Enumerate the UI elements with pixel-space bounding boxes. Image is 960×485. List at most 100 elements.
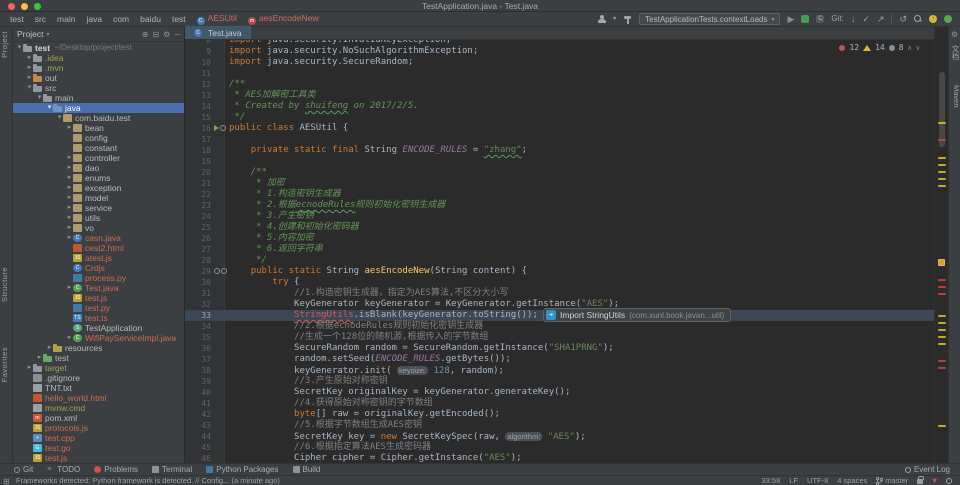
tool-stripe-tab-文档[interactable]: 文档 — [949, 45, 960, 60]
breadcrumb-item[interactable]: test — [172, 14, 186, 24]
tree-item-com-baidu-test[interactable]: ▾com.baidu.test — [13, 113, 184, 123]
tree-collapsed-icon[interactable]: ▸ — [66, 183, 73, 193]
tree-item-hello-world-html[interactable]: hello_world.html — [13, 393, 184, 403]
inspection-widget[interactable]: 12 14 8 ∧ ∨ — [839, 43, 920, 52]
tree-expanded-icon[interactable]: ▾ — [36, 93, 43, 103]
coverage-button[interactable]: C — [816, 15, 824, 23]
gutter-icons[interactable] — [214, 267, 227, 274]
tree-item-protocols-js[interactable]: JSprotocols.js — [13, 423, 184, 433]
heart-icon[interactable]: ♥ — [932, 476, 937, 485]
tree-item-src[interactable]: ▾src — [13, 83, 184, 93]
tool-stripe-tab-favorites[interactable]: Favorites — [0, 347, 13, 382]
breadcrumb-item[interactable]: baidu — [140, 14, 161, 24]
tree-collapsed-icon[interactable]: ▸ — [26, 53, 33, 63]
tree-collapsed-icon[interactable]: ▸ — [66, 163, 73, 173]
debug-button[interactable] — [801, 15, 809, 23]
tree-item-test-java[interactable]: ▸CTest.java — [13, 283, 184, 293]
gear-icon[interactable]: ⚙ — [163, 30, 170, 39]
run-configuration-select[interactable]: TestApplicationTests.contextLoads ▾ — [639, 13, 780, 25]
event-log-button[interactable]: Event Log — [905, 465, 960, 474]
tree-item--idea[interactable]: ▸.idea — [13, 53, 184, 63]
tree-item-service[interactable]: ▸service — [13, 203, 184, 213]
tree-collapsed-icon[interactable]: ▸ — [66, 153, 73, 163]
marker-circle-icon[interactable] — [221, 268, 227, 274]
tree-collapsed-icon[interactable]: ▸ — [66, 203, 73, 213]
tool-window-button-python-packages[interactable]: Python Packages — [206, 465, 278, 474]
locate-file-icon[interactable]: ⊕ — [142, 30, 149, 39]
tree-item-mvnw-cmd[interactable]: mvnw.cmd — [13, 403, 184, 413]
tree-expanded-icon[interactable]: ▾ — [46, 103, 53, 113]
git-update-icon[interactable]: ↓ — [851, 14, 856, 24]
tree-collapsed-icon[interactable]: ▸ — [66, 193, 73, 203]
build-hammer-icon[interactable] — [623, 15, 632, 24]
update-available-icon[interactable]: ↑ — [929, 15, 937, 23]
tree-collapsed-icon[interactable]: ▸ — [36, 353, 43, 363]
tree-item-exception[interactable]: ▸exception — [13, 183, 184, 193]
git-push-icon[interactable]: ↗ — [877, 14, 885, 24]
tree-item-java[interactable]: ▾java — [13, 103, 184, 113]
tree-collapsed-icon[interactable]: ▸ — [26, 63, 33, 73]
tool-window-button-problems[interactable]: Problems — [94, 465, 138, 474]
search-everywhere-icon[interactable] — [914, 15, 922, 23]
tree-collapsed-icon[interactable]: ▸ — [26, 73, 33, 83]
chevron-down-icon[interactable]: ▾ — [46, 31, 49, 38]
tree-item-crdjs[interactable]: CCrdjs — [13, 263, 184, 273]
breadcrumb-item[interactable]: test — [10, 14, 24, 24]
scrollbar-thumb[interactable] — [939, 72, 945, 147]
lock-icon[interactable] — [917, 479, 923, 484]
tree-item-controller[interactable]: ▸controller — [13, 153, 184, 163]
breadcrumb-item[interactable]: com — [113, 14, 129, 24]
tree-collapsed-icon[interactable]: ▸ — [46, 343, 53, 353]
tree-item-test-py[interactable]: test.py — [13, 303, 184, 313]
tree-collapsed-icon[interactable]: ▸ — [66, 233, 73, 243]
tree-item-atest-js[interactable]: JSatest.js — [13, 253, 184, 263]
marker-circle-icon[interactable] — [214, 268, 220, 274]
tree-item-vo[interactable]: ▸vo — [13, 223, 184, 233]
tree-item-test-ts[interactable]: TStest.ts — [13, 313, 184, 323]
gutter-icons[interactable] — [214, 124, 226, 131]
tree-item-constant[interactable]: constant — [13, 143, 184, 153]
breadcrumb-item[interactable]: main — [57, 14, 75, 24]
ide-status-icon[interactable] — [944, 15, 952, 23]
project-panel-title[interactable]: Project — [17, 29, 43, 39]
tree-expanded-icon[interactable]: ▾ — [56, 113, 63, 123]
tree-item-model[interactable]: ▸model — [13, 193, 184, 203]
git-commit-icon[interactable]: ✓ — [862, 14, 870, 24]
marker-circle-icon[interactable] — [220, 125, 226, 131]
tree-item-enums[interactable]: ▸enums — [13, 173, 184, 183]
run-button[interactable]: ▶ — [787, 14, 794, 24]
tree-item-main[interactable]: ▾main — [13, 93, 184, 103]
tree-item--mvn[interactable]: ▸.mvn — [13, 63, 184, 73]
tool-window-button-build[interactable]: Build — [293, 465, 321, 474]
tree-collapsed-icon[interactable]: ▸ — [66, 333, 73, 343]
tree-item--gitignore[interactable]: .gitignore — [13, 373, 184, 383]
tree-item-utils[interactable]: ▸utils — [13, 213, 184, 223]
tree-item-test-js[interactable]: JStest.js — [13, 293, 184, 303]
hide-panel-icon[interactable]: ─ — [174, 30, 180, 39]
avatar-dropdown-icon[interactable]: ▾ — [613, 14, 616, 24]
tree-item-casn-java[interactable]: ▸Ccasn.java — [13, 233, 184, 243]
tree-item-test-go[interactable]: Gtest.go — [13, 443, 184, 453]
caret-position[interactable]: 33:58 — [762, 476, 781, 485]
reader-mode-icon[interactable] — [946, 478, 952, 484]
tool-stripe-tab-structure[interactable]: Structure — [0, 267, 13, 302]
tree-item-test-cpp[interactable]: +test.cpp — [13, 433, 184, 443]
breadcrumb-item[interactable]: src — [35, 14, 46, 24]
breadcrumb-method[interactable]: maesEncodeNew — [248, 13, 319, 25]
gear-icon[interactable]: ⚙ — [951, 30, 958, 39]
collapse-all-icon[interactable]: ⊟ — [152, 30, 159, 39]
tree-collapsed-icon[interactable]: ▸ — [66, 223, 73, 233]
tree-item-test[interactable]: ▸test — [13, 353, 184, 363]
undo-icon[interactable]: ↺ — [899, 14, 907, 24]
tree-item-testapplication[interactable]: STestApplication — [13, 323, 184, 333]
tree-item-target[interactable]: ▸target — [13, 363, 184, 373]
tree-item-wifipayserviceimpl-java[interactable]: ▸CWifiPayServiceImpl.java — [13, 333, 184, 343]
tree-item-dao[interactable]: ▸dao — [13, 163, 184, 173]
tree-collapsed-icon[interactable]: ▸ — [66, 283, 73, 293]
tool-window-button-git[interactable]: Git — [14, 465, 33, 474]
line-separator[interactable]: LF — [789, 476, 798, 485]
tree-item-resources[interactable]: ▸resources — [13, 343, 184, 353]
tree-item-out[interactable]: ▸out — [13, 73, 184, 83]
tree-expanded-icon[interactable]: ▾ — [26, 83, 33, 93]
next-error-icon[interactable]: ∨ — [916, 44, 920, 52]
